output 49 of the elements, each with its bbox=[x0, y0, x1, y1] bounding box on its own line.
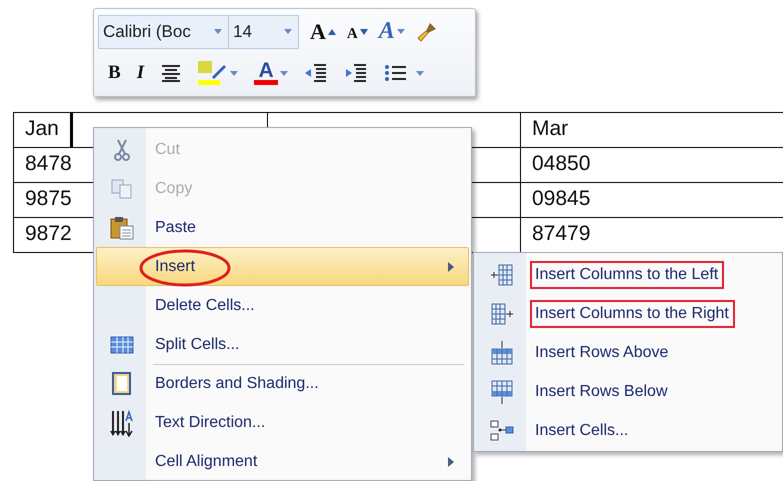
decrease-indent-icon[interactable] bbox=[304, 63, 328, 84]
submenu-item[interactable]: Insert Columns to the Right bbox=[476, 294, 780, 333]
font-size-dropdown[interactable]: 14 bbox=[229, 14, 299, 49]
submenu-item[interactable]: Insert Cells... bbox=[476, 411, 780, 450]
menu-item[interactable]: Cell Alignment bbox=[96, 442, 469, 481]
dropdown-arrow-icon bbox=[214, 29, 222, 34]
clipboard-icon bbox=[110, 216, 134, 240]
font-color-button[interactable]: A bbox=[254, 61, 288, 86]
submenu-arrow-icon bbox=[448, 262, 454, 272]
format-painter-icon[interactable] bbox=[416, 20, 438, 43]
dropdown-arrow-icon bbox=[284, 29, 292, 34]
table-cell: 04850 bbox=[521, 148, 783, 183]
grow-font-button[interactable]: A bbox=[310, 18, 336, 45]
bullets-button[interactable] bbox=[384, 63, 424, 84]
menu-item[interactable]: Text Direction... bbox=[96, 403, 469, 442]
submenu-item[interactable]: Insert Rows Below bbox=[476, 372, 780, 411]
menu-item[interactable]: Delete Cells... bbox=[96, 286, 469, 325]
highlight-button[interactable] bbox=[198, 61, 238, 86]
table-cell: 09845 bbox=[521, 183, 783, 218]
menu-item[interactable]: Split Cells... bbox=[96, 325, 469, 364]
increase-indent-icon[interactable] bbox=[344, 63, 368, 84]
dropdown-arrow-icon[interactable] bbox=[280, 70, 288, 76]
insert-cells-icon bbox=[490, 420, 514, 442]
dropdown-arrow-icon[interactable] bbox=[230, 70, 238, 76]
dropdown-arrow-icon[interactable] bbox=[396, 29, 405, 34]
copy-icon bbox=[111, 178, 133, 198]
align-center-icon[interactable] bbox=[160, 64, 182, 82]
submenu-arrow-icon bbox=[448, 457, 454, 467]
up-triangle-icon bbox=[328, 28, 336, 35]
dropdown-arrow-icon[interactable] bbox=[416, 70, 424, 76]
down-triangle-icon bbox=[360, 28, 368, 35]
scissors-icon bbox=[113, 138, 131, 160]
submenu-item[interactable]: Insert Rows Above bbox=[476, 333, 780, 372]
italic-button[interactable]: I bbox=[136, 62, 144, 84]
styles-button[interactable]: A bbox=[378, 18, 405, 46]
menu-item[interactable]: Insert bbox=[96, 247, 469, 286]
insert-column-right-icon bbox=[490, 302, 514, 324]
insert-row-above-icon bbox=[491, 340, 513, 364]
table-cell: Mar bbox=[521, 113, 783, 148]
menu-item[interactable]: Borders and Shading... bbox=[96, 364, 469, 403]
bold-button[interactable]: B bbox=[108, 62, 121, 84]
submenu-item[interactable]: Insert Columns to the Left bbox=[476, 255, 780, 294]
table-icon bbox=[110, 336, 134, 354]
shrink-font-button[interactable]: A bbox=[346, 20, 368, 44]
page-border-icon bbox=[112, 372, 132, 396]
insert-row-below-icon bbox=[491, 380, 513, 404]
font-name-dropdown[interactable]: Calibri (Boc bbox=[98, 14, 229, 49]
insert-column-left-icon bbox=[490, 264, 514, 286]
text-direction-icon bbox=[110, 408, 134, 436]
